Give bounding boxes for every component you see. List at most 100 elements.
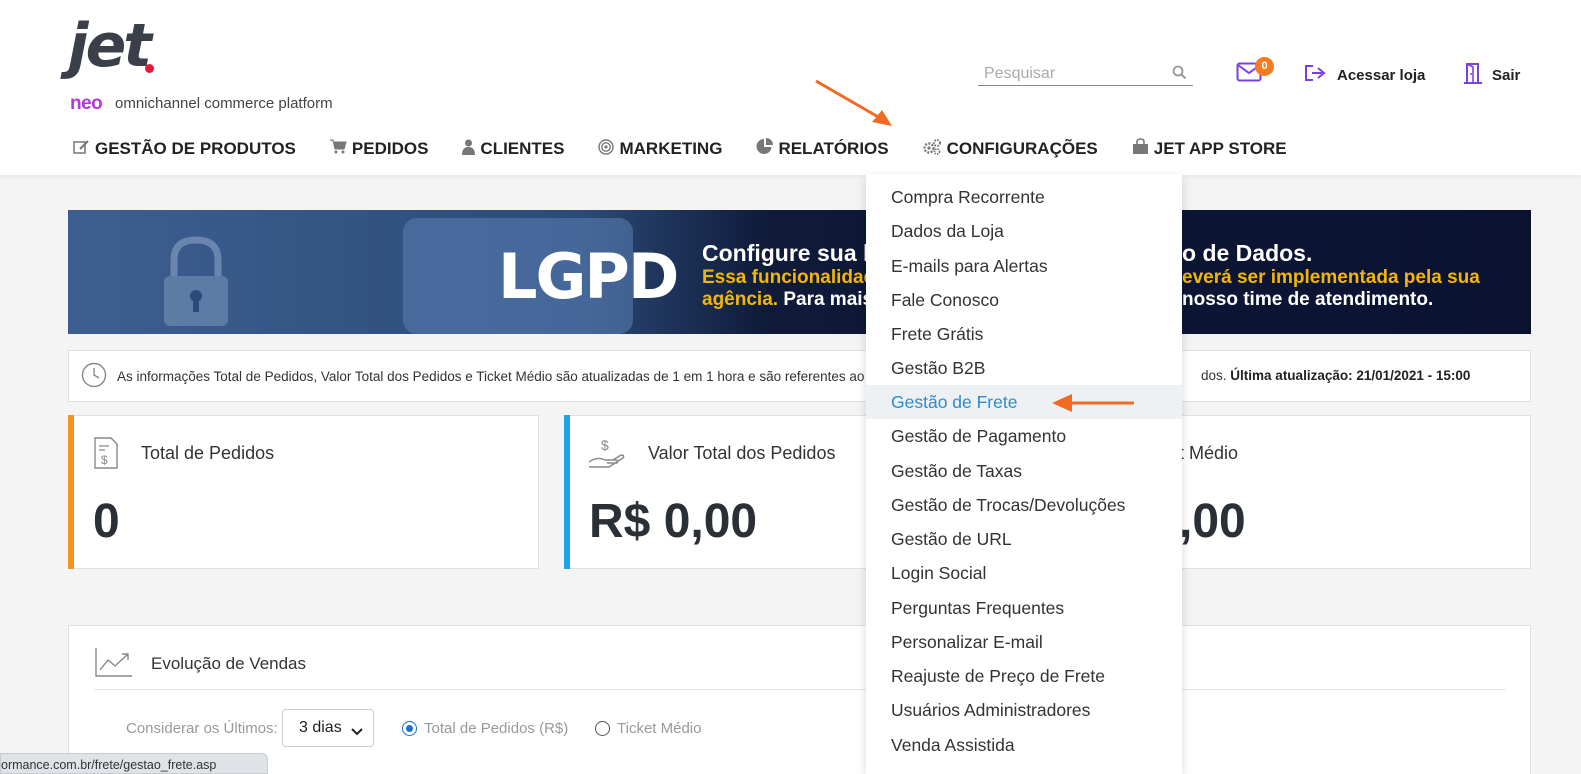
card-valor-total: $ Valor Total dos Pedidos R$ 0,00 (564, 415, 900, 569)
banner-line3-left: agência. Para mais (702, 289, 873, 311)
info-tail-suffix: dos. (1201, 368, 1227, 383)
money-hand-icon: $ (587, 436, 627, 475)
main-nav: GESTÃO DE PRODUTOS PEDIDOS CLIENTES MARK… (73, 136, 1321, 162)
nav-marketing[interactable]: MARKETING (598, 138, 723, 160)
card-value: 0 (93, 495, 120, 548)
menu-item-frete-gratis[interactable]: Frete Grátis (866, 317, 1182, 351)
menu-item-login-social[interactable]: Login Social (866, 556, 1182, 590)
menu-item-compra-recorrente[interactable]: Compra Recorrente (866, 180, 1182, 214)
logout-label: Sair (1492, 66, 1521, 84)
clock-icon (81, 362, 107, 391)
shopping-bag-icon (1132, 138, 1149, 160)
edit-icon (73, 139, 90, 160)
access-store-link[interactable]: Acessar loja (1303, 63, 1425, 87)
menu-item-dados-loja[interactable]: Dados da Loja (866, 214, 1182, 248)
banner-line3-right: nosso time de atendimento. (1182, 289, 1434, 310)
radio-button[interactable] (595, 721, 610, 736)
nav-label: PEDIDOS (351, 139, 429, 158)
radio-label: Total de Pedidos (R$) (424, 720, 569, 737)
menu-item-venda-assistida[interactable]: Venda Assistida (866, 728, 1182, 762)
logout-link[interactable]: Sair (1462, 63, 1520, 87)
search-icon[interactable] (1172, 65, 1187, 85)
card-title: Valor Total dos Pedidos (648, 443, 836, 463)
menu-item-usuarios-administradores[interactable]: Usuários Administradores (866, 693, 1182, 727)
search-input[interactable] (978, 62, 1158, 83)
menu-item-gestao-taxas[interactable]: Gestão de Taxas (866, 454, 1182, 488)
nav-label: RELATÓRIOS (778, 139, 889, 158)
sales-evolution-panel: Evolução de Vendas Considerar os Últimos… (68, 625, 1531, 774)
nav-label: CLIENTES (480, 139, 565, 158)
top-header: jet neo omnichannel commerce platform 0 … (0, 0, 1581, 175)
card-total-pedidos: $ Total de Pedidos 0 (68, 415, 539, 569)
banner-line1-left: Configure sua lo (702, 240, 884, 266)
access-store-label: Acessar loja (1337, 66, 1426, 84)
radio-button-checked[interactable] (402, 721, 417, 736)
card-accent (564, 415, 570, 569)
menu-item-gestao-trocas[interactable]: Gestão de Trocas/Devoluções (866, 488, 1182, 522)
info-tail: dos. Última atualização: 21/01/2021 - 15… (1201, 368, 1470, 383)
card-value: R$ 0,00 (589, 495, 758, 548)
sign-out-arrow-icon (1303, 62, 1329, 88)
lock-icon (138, 230, 258, 334)
annotation-arrow-config (815, 79, 892, 126)
banner-line2-left: Essa funcionalidad (702, 267, 876, 288)
nav-label: CONFIGURAÇÕES (946, 139, 1098, 158)
nav-label: MARKETING (619, 139, 723, 158)
menu-item-perguntas-frequentes[interactable]: Perguntas Frequentes (866, 591, 1182, 625)
divider (94, 689, 1506, 690)
neo-logo: neo (70, 93, 103, 114)
banner-title: LGPD (498, 240, 679, 313)
menu-item-fale-conosco[interactable]: Fale Conosco (866, 283, 1182, 317)
menu-item-gestao-b2b[interactable]: Gestão B2B (866, 351, 1182, 385)
card-value: ,00 (1179, 495, 1246, 548)
search-box (978, 62, 1193, 86)
info-bar: As informações Total de Pedidos, Valor T… (68, 350, 1531, 402)
consider-label: Considerar os Últimos: (126, 720, 278, 737)
banner-line1-right: o de Dados. (1182, 240, 1313, 266)
card-title: Total de Pedidos (141, 443, 275, 463)
target-icon (598, 138, 615, 160)
nav-clientes[interactable]: CLIENTES (462, 139, 564, 160)
nav-configuracoes[interactable]: CONFIGURAÇÕES (922, 138, 1098, 160)
banner-highlight: agência. (702, 289, 779, 310)
door-icon (1462, 62, 1484, 88)
radio-total-pedidos[interactable]: Total de Pedidos (R$) (402, 720, 568, 737)
nav-relatorios[interactable]: RELATÓRIOS (756, 138, 889, 160)
trend-chart-icon (94, 646, 134, 683)
chevron-down-icon (351, 723, 363, 741)
logo-dot (145, 64, 154, 73)
svg-text:$: $ (601, 437, 609, 453)
invoice-icon: $ (93, 436, 119, 475)
mail-count-badge: 0 (1255, 57, 1274, 76)
menu-item-gestao-url[interactable]: Gestão de URL (866, 522, 1182, 556)
period-select[interactable]: 3 dias (282, 709, 374, 747)
nav-gestao-produtos[interactable]: GESTÃO DE PRODUTOS (73, 139, 296, 160)
lgpd-banner[interactable]: LGPD Configure sua lo Essa funcionalidad… (68, 210, 1531, 334)
svg-text:$: $ (101, 453, 108, 467)
nav-label: JET APP STORE (1153, 139, 1287, 158)
cart-icon (329, 139, 347, 159)
nav-jet-app-store[interactable]: JET APP STORE (1132, 138, 1287, 160)
jet-logo[interactable]: jet (68, 16, 152, 76)
info-text: As informações Total de Pedidos, Valor T… (117, 368, 865, 384)
nav-label: GESTÃO DE PRODUTOS (95, 139, 296, 158)
user-icon (462, 139, 476, 160)
banner-line2-right: everá ser implementada pela sua (1182, 267, 1480, 288)
nav-pedidos[interactable]: PEDIDOS (329, 139, 429, 159)
sales-title: Evolução de Vendas (151, 654, 307, 673)
card-accent (68, 415, 74, 569)
radio-ticket-medio[interactable]: Ticket Médio (595, 720, 701, 737)
last-update: Última atualização: 21/01/2021 - 15:00 (1230, 368, 1471, 383)
menu-item-reajuste-preco-frete[interactable]: Reajuste de Preço de Frete (866, 659, 1182, 693)
pie-chart-icon (756, 138, 774, 160)
menu-item-emails-alertas[interactable]: E-mails para Alertas (866, 249, 1182, 283)
banner-line3-text: Para mais (778, 289, 874, 310)
card-title: t Médio (1179, 443, 1239, 463)
menu-item-personalizar-email[interactable]: Personalizar E-mail (866, 625, 1182, 659)
menu-item-gestao-pagamento[interactable]: Gestão de Pagamento (866, 419, 1182, 453)
config-dropdown-menu: Compra Recorrente Dados da Loja E-mails … (866, 174, 1182, 774)
gears-icon (922, 138, 942, 160)
annotation-arrow-frete (1052, 394, 1134, 412)
status-bar-url: ormance.com.br/frete/gestao_frete.asp (0, 753, 268, 774)
logo-tagline: omnichannel commerce platform (115, 95, 333, 112)
